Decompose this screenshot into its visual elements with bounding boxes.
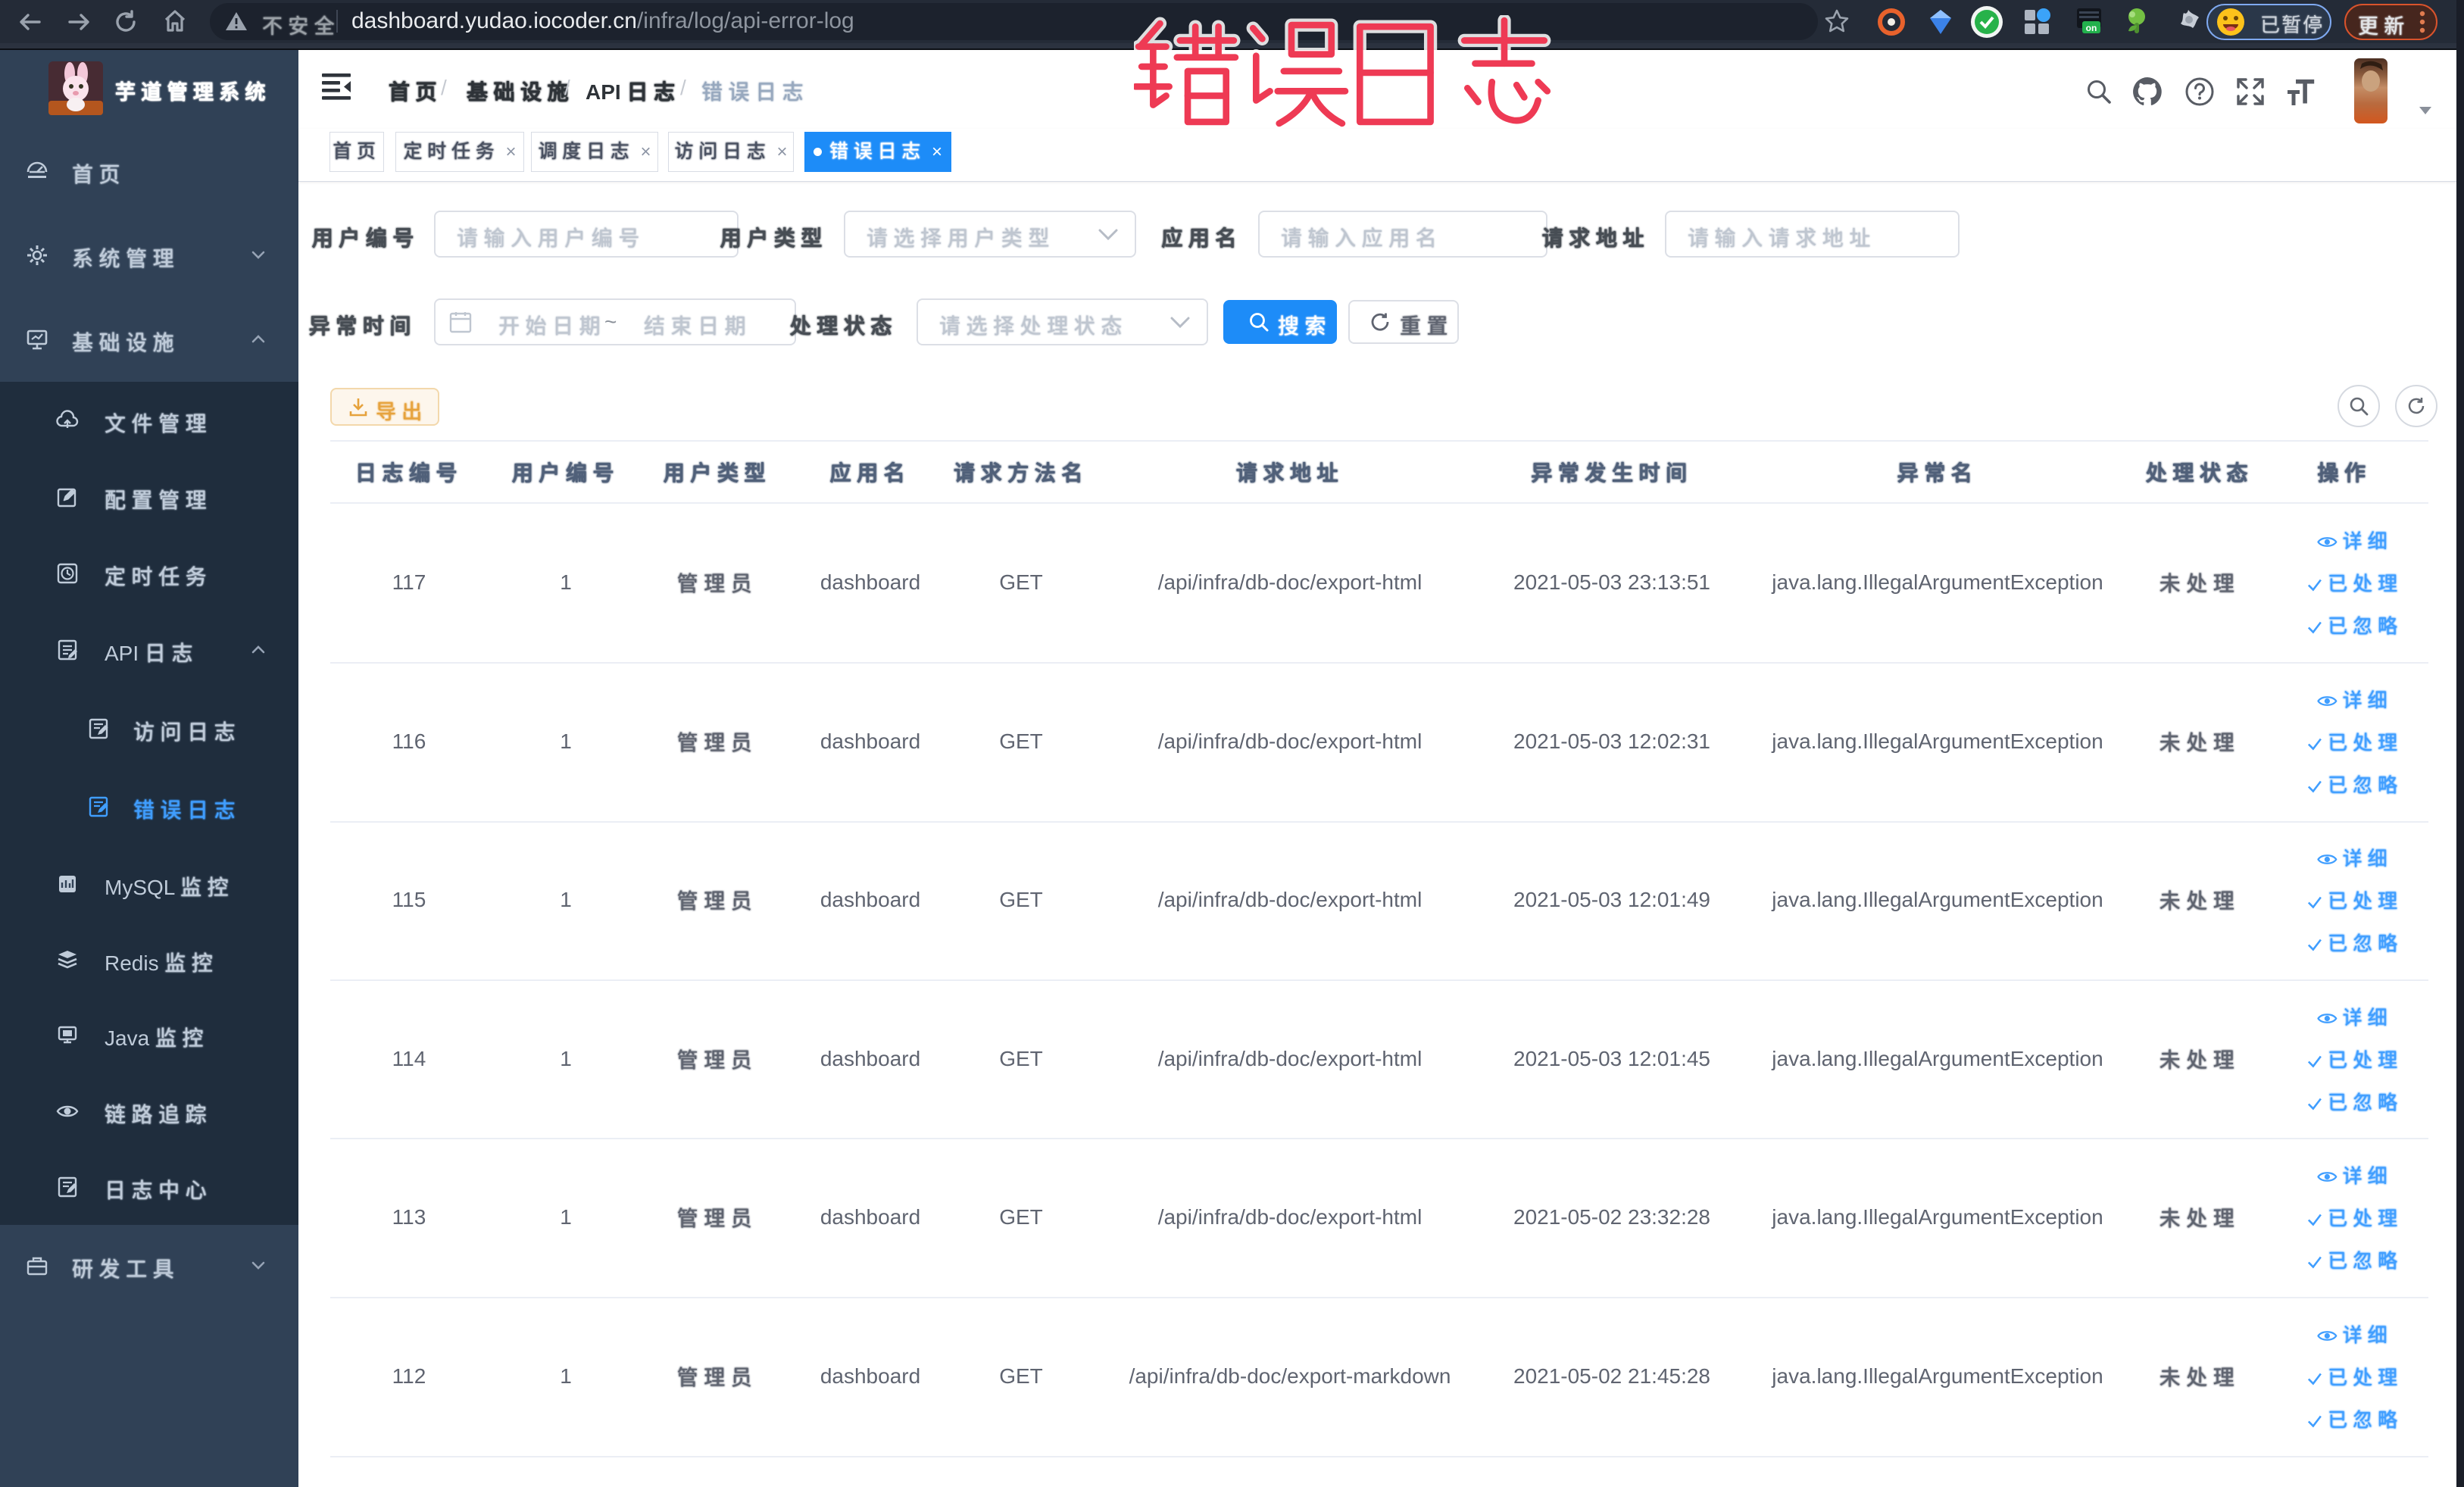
svg-text:on: on — [2086, 23, 2097, 33]
